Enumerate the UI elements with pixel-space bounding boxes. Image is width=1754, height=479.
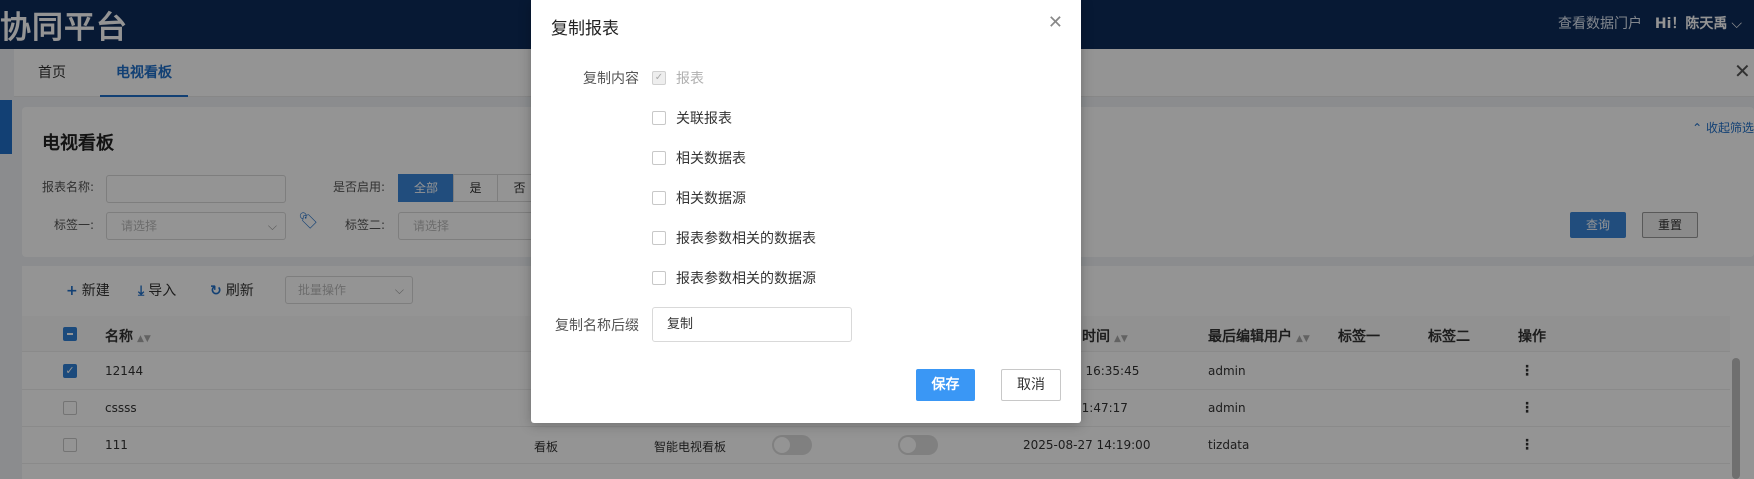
option-related-datatable-label[interactable]: 相关数据表 <box>676 148 746 168</box>
option-param-datasource-label[interactable]: 报表参数相关的数据源 <box>676 268 816 288</box>
cancel-button[interactable]: 取消 <box>1001 369 1061 401</box>
copy-report-dialog: 复制报表 ✕ 复制内容 ✓ 报表 关联报表 相关数据表 相关数据源 报表参数相关… <box>531 0 1081 423</box>
option-param-datasource-checkbox[interactable] <box>652 271 666 285</box>
option-param-datatable-label[interactable]: 报表参数相关的数据表 <box>676 228 816 248</box>
option-related-report-checkbox[interactable] <box>652 111 666 125</box>
dialog-title: 复制报表 <box>551 19 619 39</box>
save-button[interactable]: 保存 <box>916 369 975 401</box>
close-icon[interactable]: ✕ <box>1048 12 1063 33</box>
option-report-checkbox: ✓ <box>652 71 666 85</box>
name-suffix-input[interactable]: 复制 <box>652 307 852 342</box>
option-report-label: 报表 <box>676 71 704 87</box>
option-related-datatable-checkbox[interactable] <box>652 151 666 165</box>
option-related-datasource-checkbox[interactable] <box>652 191 666 205</box>
option-related-report-label[interactable]: 关联报表 <box>676 108 732 128</box>
name-suffix-label: 复制名称后缀 <box>555 318 639 334</box>
option-related-datasource-label[interactable]: 相关数据源 <box>676 188 746 208</box>
option-param-datatable-checkbox[interactable] <box>652 231 666 245</box>
copy-content-label: 复制内容 <box>583 71 639 87</box>
